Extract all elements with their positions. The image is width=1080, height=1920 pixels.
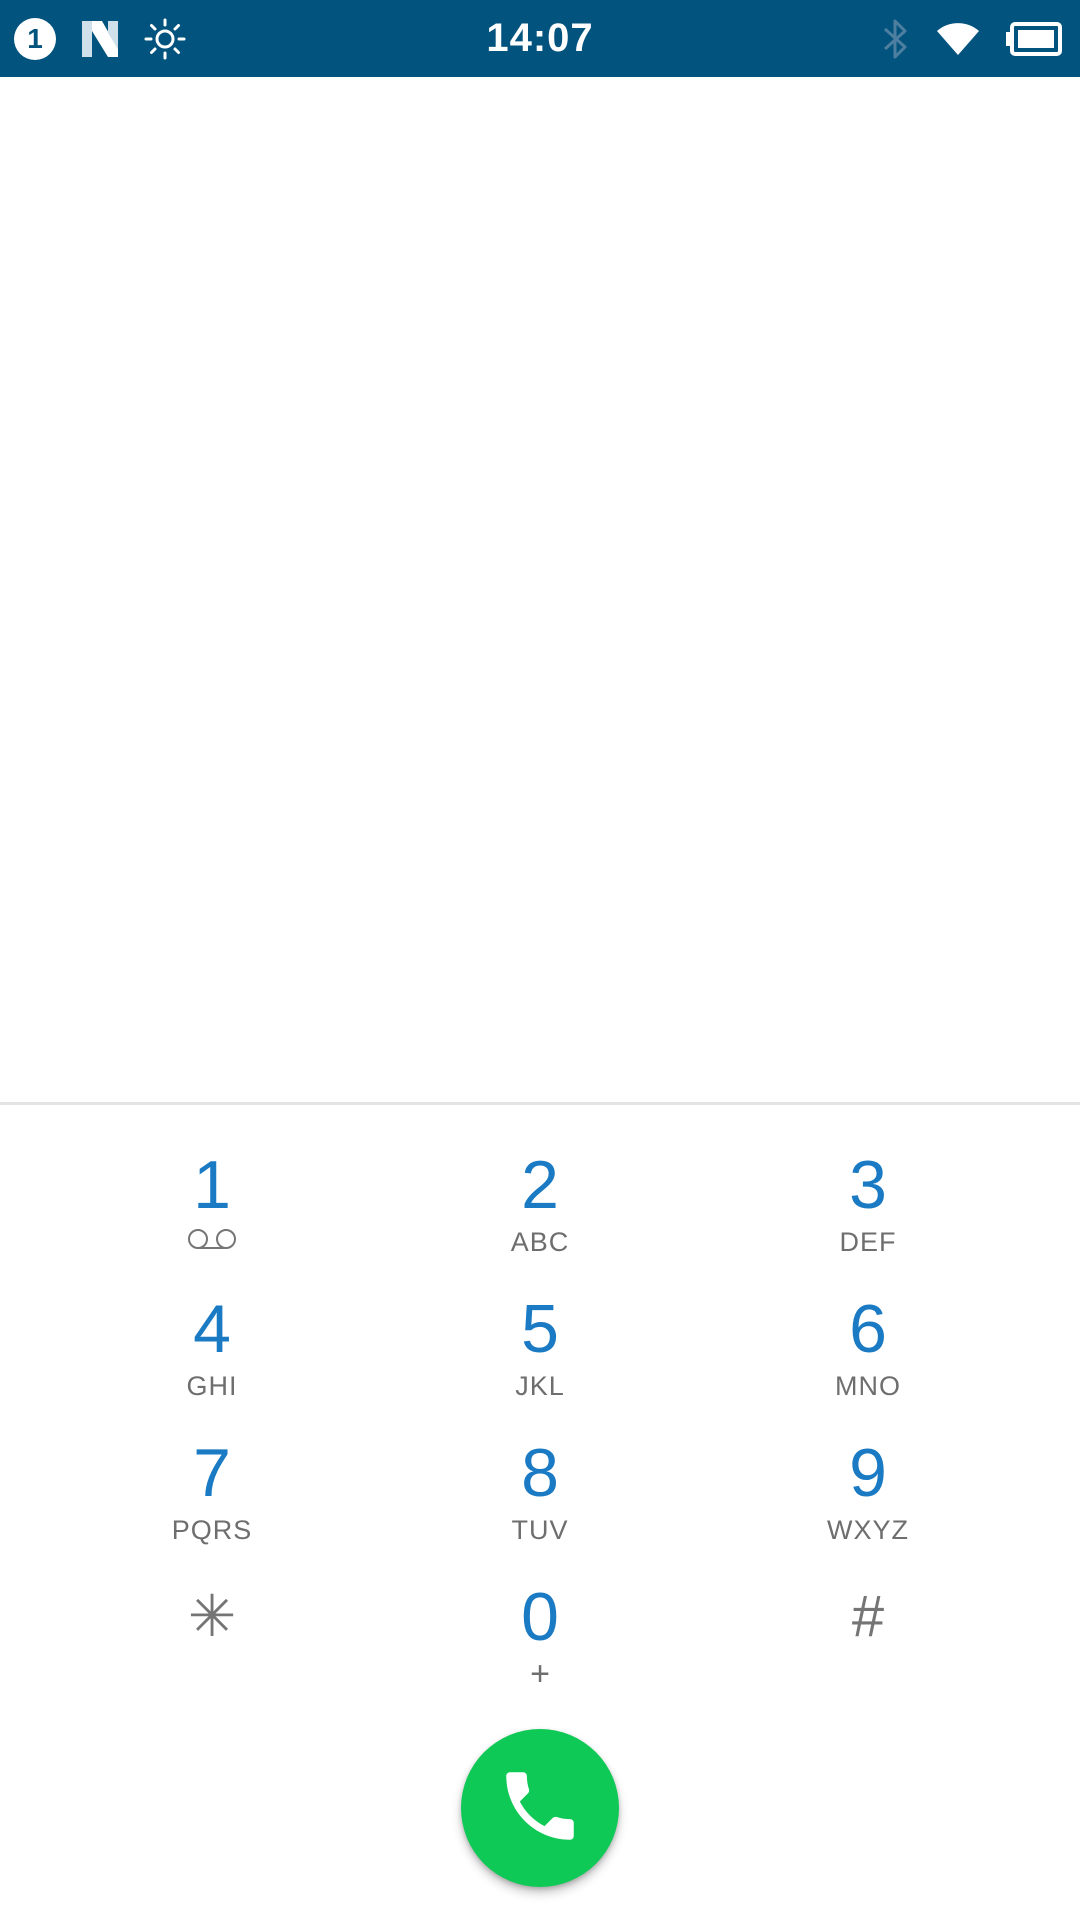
dialpad-key-star[interactable]: ✳ — [47, 1577, 377, 1717]
key-digit: 1 — [193, 1147, 231, 1223]
dialpad-key-2[interactable]: 2 ABC — [375, 1145, 705, 1285]
bluetooth-icon — [880, 17, 912, 61]
dialpad-key-6[interactable]: 6 MNO — [703, 1289, 1033, 1429]
key-digit: 6 — [849, 1291, 887, 1367]
key-letters: ABC — [510, 1227, 570, 1257]
key-letters: PQRS — [171, 1515, 253, 1545]
key-plus: + — [530, 1655, 550, 1693]
voicemail-icon — [47, 1225, 377, 1259]
dialed-digits-area[interactable] — [0, 77, 1080, 1102]
dialpad-key-7[interactable]: 7 PQRS — [47, 1433, 377, 1573]
dialpad-key-1[interactable]: 1 — [47, 1145, 377, 1285]
key-digit: 9 — [849, 1435, 887, 1511]
dialpad-key-9[interactable]: 9 WXYZ — [703, 1433, 1033, 1573]
dialpad-key-3[interactable]: 3 DEF — [703, 1145, 1033, 1285]
star-symbol: ✳ — [187, 1584, 237, 1649]
key-digit: 3 — [849, 1147, 887, 1223]
key-letters: DEF — [839, 1227, 897, 1257]
key-letters: GHI — [186, 1371, 238, 1401]
key-letters: TUV — [511, 1515, 569, 1545]
key-digit: 7 — [193, 1435, 231, 1511]
phone-icon — [495, 1761, 585, 1856]
key-digit: 8 — [521, 1435, 559, 1511]
key-letters: MNO — [835, 1371, 901, 1401]
dialpad-key-8[interactable]: 8 TUV — [375, 1433, 705, 1573]
dialpad-key-4[interactable]: 4 GHI — [47, 1289, 377, 1429]
key-digit: 4 — [193, 1291, 231, 1367]
key-letters: WXYZ — [827, 1515, 909, 1545]
dialpad-key-0[interactable]: 0 + — [375, 1577, 705, 1717]
dialpad-key-5[interactable]: 5 JKL — [375, 1289, 705, 1429]
wifi-icon — [934, 19, 982, 59]
battery-icon — [1004, 21, 1062, 57]
hash-symbol: # — [851, 1584, 885, 1649]
key-letters: JKL — [515, 1371, 565, 1401]
key-digit: 0 — [521, 1579, 559, 1655]
call-button[interactable] — [461, 1729, 619, 1887]
key-digit: 5 — [521, 1291, 559, 1367]
status-bar-right — [880, 0, 1062, 77]
key-digit: 2 — [521, 1147, 559, 1223]
dialpad-key-hash[interactable]: # — [703, 1577, 1033, 1717]
status-bar: 1 14:07 — [0, 0, 1080, 77]
